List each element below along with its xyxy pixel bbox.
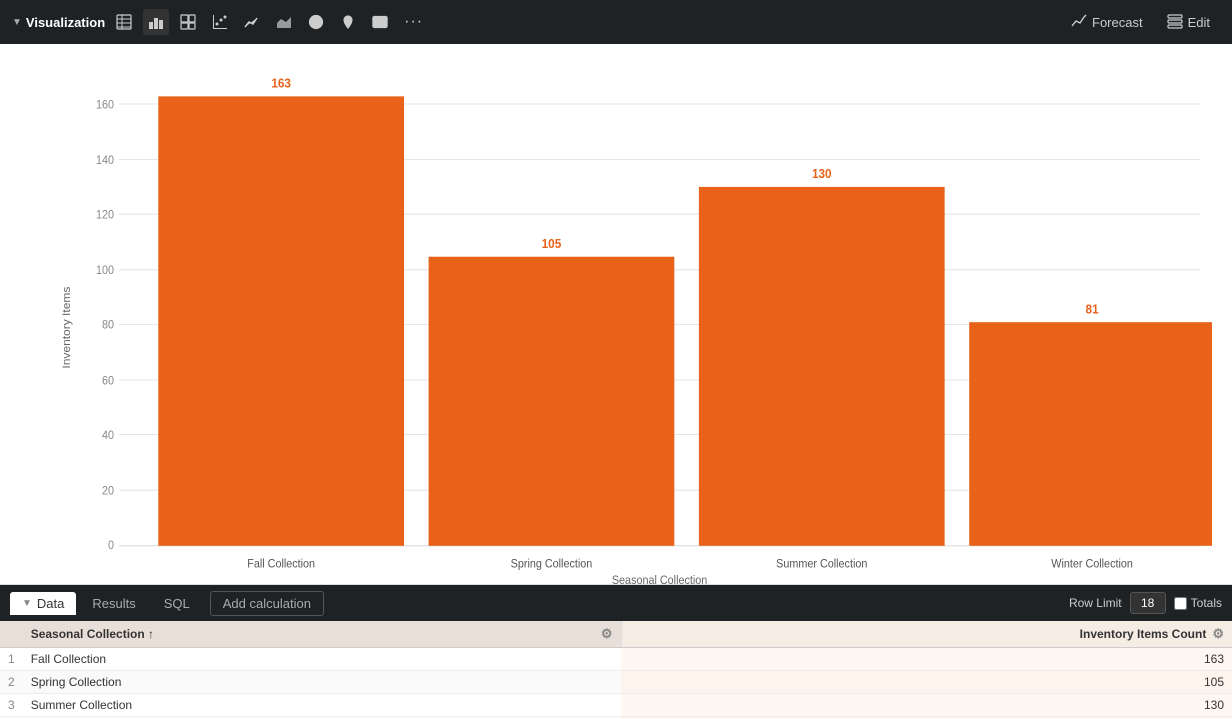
map-icon[interactable] [335, 9, 361, 35]
row-inventory-count: 130 [621, 694, 1232, 717]
row-inventory-count: 105 [621, 671, 1232, 694]
top-toolbar: ▼ Visualization [0, 0, 1232, 44]
svg-text:20: 20 [102, 485, 114, 498]
toolbar-right: Forecast Edit [1061, 10, 1220, 34]
forecast-button[interactable]: Forecast [1061, 10, 1153, 34]
bar-chart-svg: Inventory Items 0 20 40 60 80 100 120 14… [60, 44, 1212, 584]
tab-sql[interactable]: SQL [152, 592, 202, 615]
svg-text:Spring Collection: Spring Collection [511, 558, 593, 571]
svg-text:Inventory Items: Inventory Items [61, 286, 72, 368]
row-number: 2 [0, 671, 23, 694]
svg-text:80: 80 [102, 319, 114, 332]
area-chart-icon[interactable] [271, 9, 297, 35]
toolbar-left: ▼ Visualization [12, 9, 1053, 35]
table-icon[interactable] [111, 9, 137, 35]
bar-chart-icon[interactable] [143, 9, 169, 35]
number-badge-icon[interactable]: 6 [367, 9, 393, 35]
svg-text:163: 163 [271, 76, 291, 91]
svg-text:140: 140 [96, 155, 114, 168]
svg-text:120: 120 [96, 209, 114, 222]
bar-summer[interactable] [699, 187, 945, 546]
edit-button[interactable]: Edit [1157, 10, 1220, 34]
svg-text:160: 160 [96, 99, 114, 112]
row-seasonal-collection: Fall Collection [23, 648, 621, 671]
row-inventory-count: 163 [621, 648, 1232, 671]
totals-label[interactable]: Totals [1174, 596, 1222, 610]
bottom-toolbar: ▼ Data Results SQL Add calculation Row L… [0, 585, 1232, 621]
svg-text:Seasonal Collection: Seasonal Collection [612, 575, 707, 584]
crosstab-icon[interactable] [175, 9, 201, 35]
svg-text:105: 105 [542, 236, 562, 251]
svg-text:130: 130 [812, 167, 832, 182]
svg-text:0: 0 [108, 540, 114, 553]
col2-gear-icon[interactable]: ⚙ [1212, 626, 1224, 642]
scatter-icon[interactable] [207, 9, 233, 35]
svg-text:40: 40 [102, 429, 114, 442]
bottom-panel: ▼ Data Results SQL Add calculation Row L… [0, 584, 1232, 719]
totals-checkbox[interactable] [1174, 597, 1187, 610]
svg-text:Summer Collection: Summer Collection [776, 558, 867, 571]
add-calculation-button[interactable]: Add calculation [210, 591, 324, 616]
row-seasonal-collection: Spring Collection [23, 671, 621, 694]
bar-winter[interactable] [969, 322, 1212, 546]
vis-label[interactable]: ▼ Visualization [12, 15, 105, 30]
svg-text:Fall Collection: Fall Collection [247, 558, 315, 571]
tab-data[interactable]: ▼ Data [10, 592, 76, 615]
svg-text:81: 81 [1086, 302, 1099, 317]
row-limit-label: Row Limit [1069, 596, 1122, 610]
more-icon[interactable]: ··· [399, 9, 428, 35]
chart-area: Inventory Items 0 20 40 60 80 100 120 14… [0, 44, 1232, 584]
table-row: 2 Spring Collection 105 [0, 671, 1232, 694]
row-limit-input[interactable] [1130, 592, 1166, 614]
data-table-container: Seasonal Collection ↑ ⚙ Inventory Items … [0, 621, 1232, 719]
time-icon[interactable] [303, 9, 329, 35]
row-seasonal-collection: Summer Collection [23, 694, 621, 717]
svg-text:100: 100 [96, 265, 114, 278]
bar-fall[interactable] [158, 96, 404, 545]
vis-arrow: ▼ [12, 17, 22, 28]
col1-gear-icon[interactable]: ⚙ [601, 626, 613, 642]
svg-text:60: 60 [102, 375, 114, 388]
svg-text:6: 6 [378, 18, 382, 27]
svg-text:Winter Collection: Winter Collection [1051, 558, 1133, 571]
col-header-inventory: Inventory Items Count ⚙ [621, 621, 1232, 648]
tab-results[interactable]: Results [80, 592, 147, 615]
bar-spring[interactable] [429, 257, 675, 546]
col-header-seasonal: Seasonal Collection ↑ ⚙ [23, 621, 621, 648]
table-row: 3 Summer Collection 130 [0, 694, 1232, 717]
bottom-right-controls: Row Limit Totals [1069, 592, 1222, 614]
line-chart-icon[interactable] [239, 9, 265, 35]
row-number: 3 [0, 694, 23, 717]
row-number: 1 [0, 648, 23, 671]
data-table: Seasonal Collection ↑ ⚙ Inventory Items … [0, 621, 1232, 719]
table-row: 1 Fall Collection 163 [0, 648, 1232, 671]
